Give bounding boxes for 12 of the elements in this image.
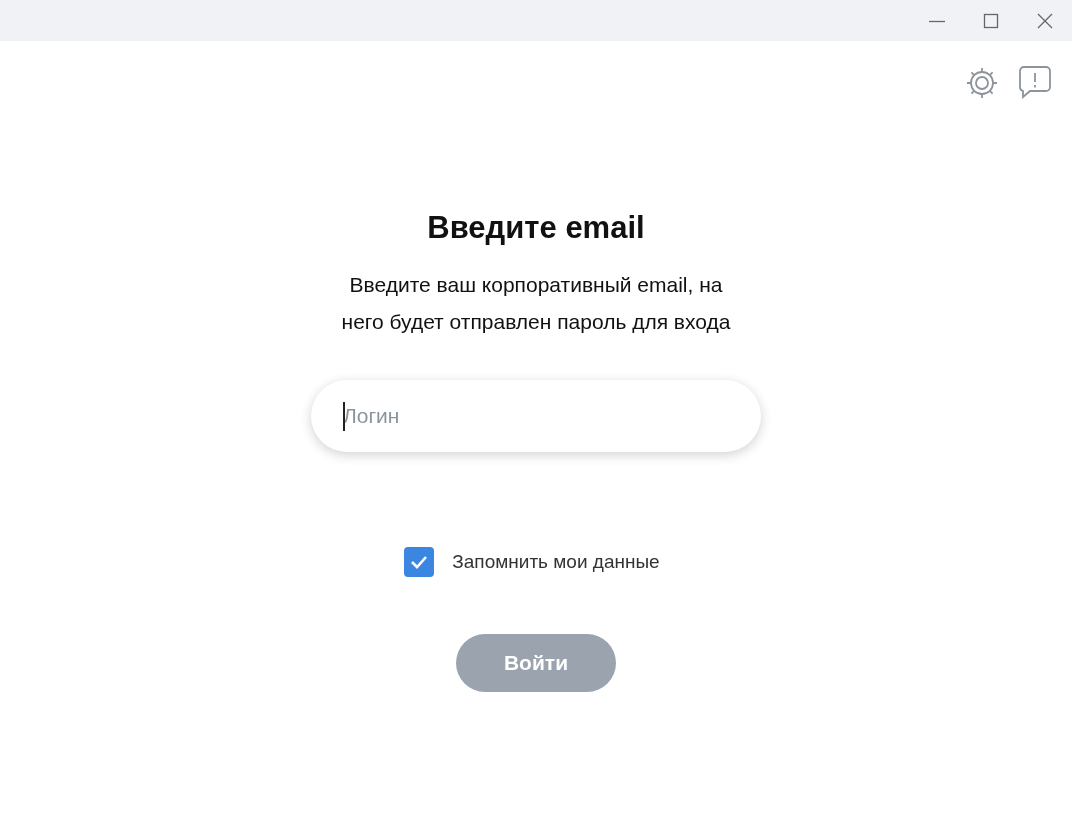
maximize-icon[interactable] bbox=[983, 12, 999, 29]
text-cursor bbox=[343, 402, 345, 431]
settings-icon[interactable] bbox=[964, 65, 1000, 101]
description-line: него будет отправлен пароль для входа bbox=[341, 309, 731, 335]
description-line: Введите ваш корпоративный email, на bbox=[349, 272, 723, 298]
remember-checkbox[interactable] bbox=[404, 547, 435, 577]
feedback-icon[interactable] bbox=[1018, 65, 1052, 99]
remember-label[interactable]: Запомнить мои данные bbox=[452, 551, 660, 573]
close-icon[interactable] bbox=[1036, 11, 1054, 30]
checkmark-icon bbox=[410, 555, 429, 569]
login-field[interactable]: Логин bbox=[311, 380, 761, 452]
page-heading: Введите email bbox=[427, 210, 645, 246]
